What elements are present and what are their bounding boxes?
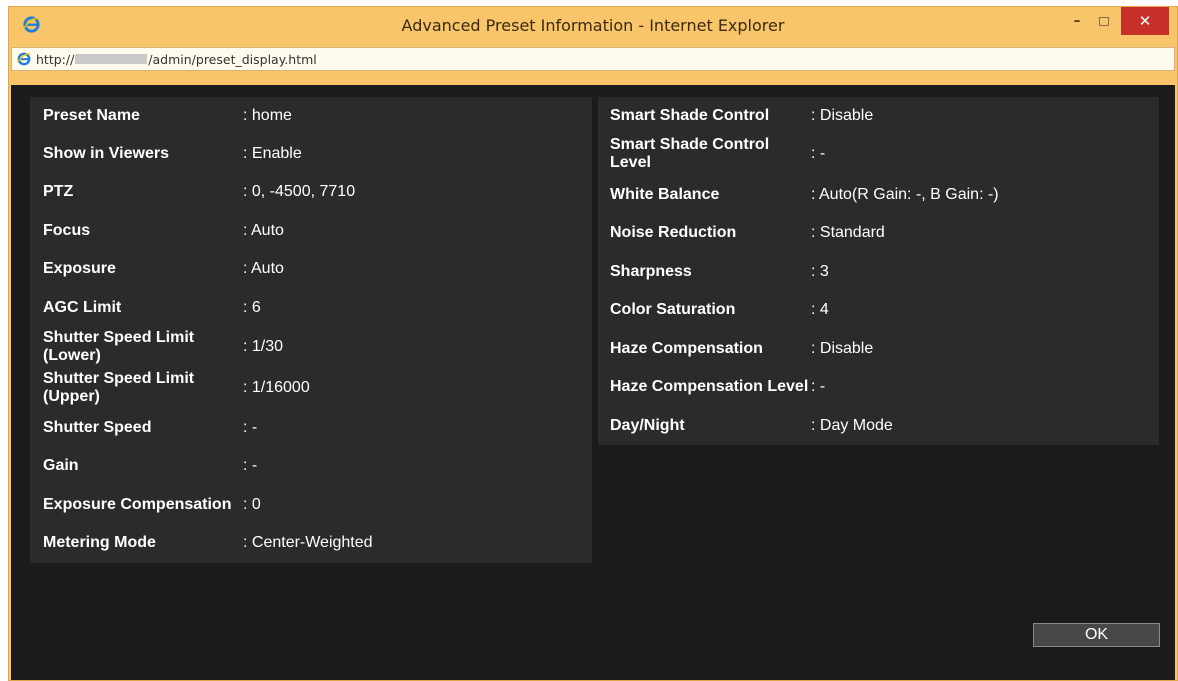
minimize-button[interactable]: – xyxy=(1064,7,1090,35)
row-value: : Day Mode xyxy=(811,417,893,434)
window-title: Advanced Preset Information - Internet E… xyxy=(401,16,785,35)
row-value: : Auto(R Gain: -, B Gain: -) xyxy=(811,186,999,203)
row-smart-shade-control-level: Smart Shade Control Level : - xyxy=(598,135,1159,173)
row-value: : 1/30 xyxy=(243,338,284,355)
preset-panel-right: Smart Shade Control : Disable Smart Shade… xyxy=(598,97,1159,445)
row-preset-name: Preset Name : home xyxy=(30,105,592,127)
row-haze-compensation-level: Haze Compensation Level: - xyxy=(598,376,1159,398)
row-shutter-speed: Shutter Speed : - xyxy=(30,417,592,439)
address-bar[interactable]: http:// /admin/preset_display.html xyxy=(11,47,1175,71)
row-label: PTZ xyxy=(43,183,74,200)
row-label: Preset Name xyxy=(43,107,140,124)
row-label: Noise Reduction xyxy=(610,224,737,241)
internet-explorer-icon xyxy=(17,52,31,66)
row-label: White Balance xyxy=(610,186,720,203)
row-white-balance: White Balance : Auto(R Gain: -, B Gain: -… xyxy=(598,184,1159,206)
row-agc-limit: AGC Limit : 6 xyxy=(30,297,592,319)
ok-button[interactable]: OK xyxy=(1033,623,1160,647)
row-value: : Enable xyxy=(243,145,302,162)
title-bar[interactable]: Advanced Preset Information - Internet E… xyxy=(9,7,1177,43)
row-metering-mode: Metering Mode : Center-Weighted xyxy=(30,532,592,554)
row-gain: Gain : - xyxy=(30,455,592,477)
row-shutter-speed-limit-upper: Shutter Speed Limit (Upper) : 1/16000 xyxy=(30,369,592,407)
row-day-night: Day/Night : Day Mode xyxy=(598,415,1159,437)
preset-panel-left: Preset Name : home Show in Viewers : Enabl… xyxy=(30,97,592,563)
row-label: Haze Compensation xyxy=(610,340,763,357)
row-value: : - xyxy=(243,419,258,436)
close-button[interactable]: ✕ xyxy=(1121,7,1169,35)
row-value: : 3 xyxy=(811,263,829,280)
url-prefix: http:// xyxy=(36,51,75,67)
row-label: Shutter Speed Limit (Upper) xyxy=(43,370,195,405)
row-value: : 1/16000 xyxy=(243,379,310,396)
maximize-button[interactable] xyxy=(1091,7,1117,35)
row-value: : - xyxy=(811,378,826,395)
redacted-host xyxy=(75,54,148,64)
row-value: : - xyxy=(811,145,826,162)
row-label: Shutter Speed Limit (Lower) xyxy=(43,329,195,364)
row-sharpness: Sharpness : 3 xyxy=(598,261,1159,283)
row-value: : Center-Weighted xyxy=(243,534,373,551)
row-value: : 4 xyxy=(811,301,829,318)
row-label: Color Saturation xyxy=(610,301,736,318)
row-exposure: Exposure : Auto xyxy=(30,258,592,280)
row-label: Sharpness xyxy=(610,263,692,280)
address-url: http:// /admin/preset_display.html xyxy=(36,52,317,67)
row-exposure-compensation: Exposure Compensation : 0 xyxy=(30,494,592,516)
preset-content: Preset Name : home Show in Viewers : Enabl… xyxy=(11,85,1175,680)
row-label: Metering Mode xyxy=(43,534,156,551)
row-value: : Standard xyxy=(811,224,885,241)
maximize-icon xyxy=(1099,16,1109,26)
row-shutter-speed-limit-lower: Shutter Speed Limit (Lower) : 1/30 xyxy=(30,328,592,366)
row-value: : 6 xyxy=(243,299,261,316)
row-ptz: PTZ : 0, -4500, 7710 xyxy=(30,181,592,203)
url-path: /admin/preset_display.html xyxy=(148,51,317,67)
row-value: : Disable xyxy=(811,340,874,357)
row-value: : Auto xyxy=(243,222,284,239)
row-color-saturation: Color Saturation : 4 xyxy=(598,299,1159,321)
row-label: Day/Night xyxy=(610,417,685,434)
row-noise-reduction: Noise Reduction : Standard xyxy=(598,222,1159,244)
row-label: Smart Shade Control Level xyxy=(610,136,770,171)
row-label: Exposure Compensation xyxy=(43,496,232,513)
row-label: Haze Compensation Level xyxy=(610,378,809,395)
row-value: : 0, -4500, 7710 xyxy=(243,183,356,200)
row-value: : - xyxy=(243,457,258,474)
browser-window: Advanced Preset Information - Internet E… xyxy=(8,6,1178,681)
row-value: : Auto xyxy=(243,260,284,277)
row-label: Gain xyxy=(43,457,79,474)
row-label: Focus xyxy=(43,222,91,239)
row-show-in-viewers: Show in Viewers : Enable xyxy=(30,143,592,165)
row-value: : home xyxy=(243,107,292,124)
row-label: Smart Shade Control xyxy=(610,107,770,124)
row-label: Show in Viewers xyxy=(43,145,169,162)
row-smart-shade-control: Smart Shade Control : Disable xyxy=(598,105,1159,127)
row-value: : Disable xyxy=(811,107,874,124)
row-focus: Focus : Auto xyxy=(30,220,592,242)
row-label: Exposure xyxy=(43,260,116,277)
row-label: Shutter Speed xyxy=(43,419,152,436)
row-label: AGC Limit xyxy=(43,299,122,316)
row-haze-compensation: Haze Compensation : Disable xyxy=(598,338,1159,360)
row-value: : 0 xyxy=(243,496,261,513)
